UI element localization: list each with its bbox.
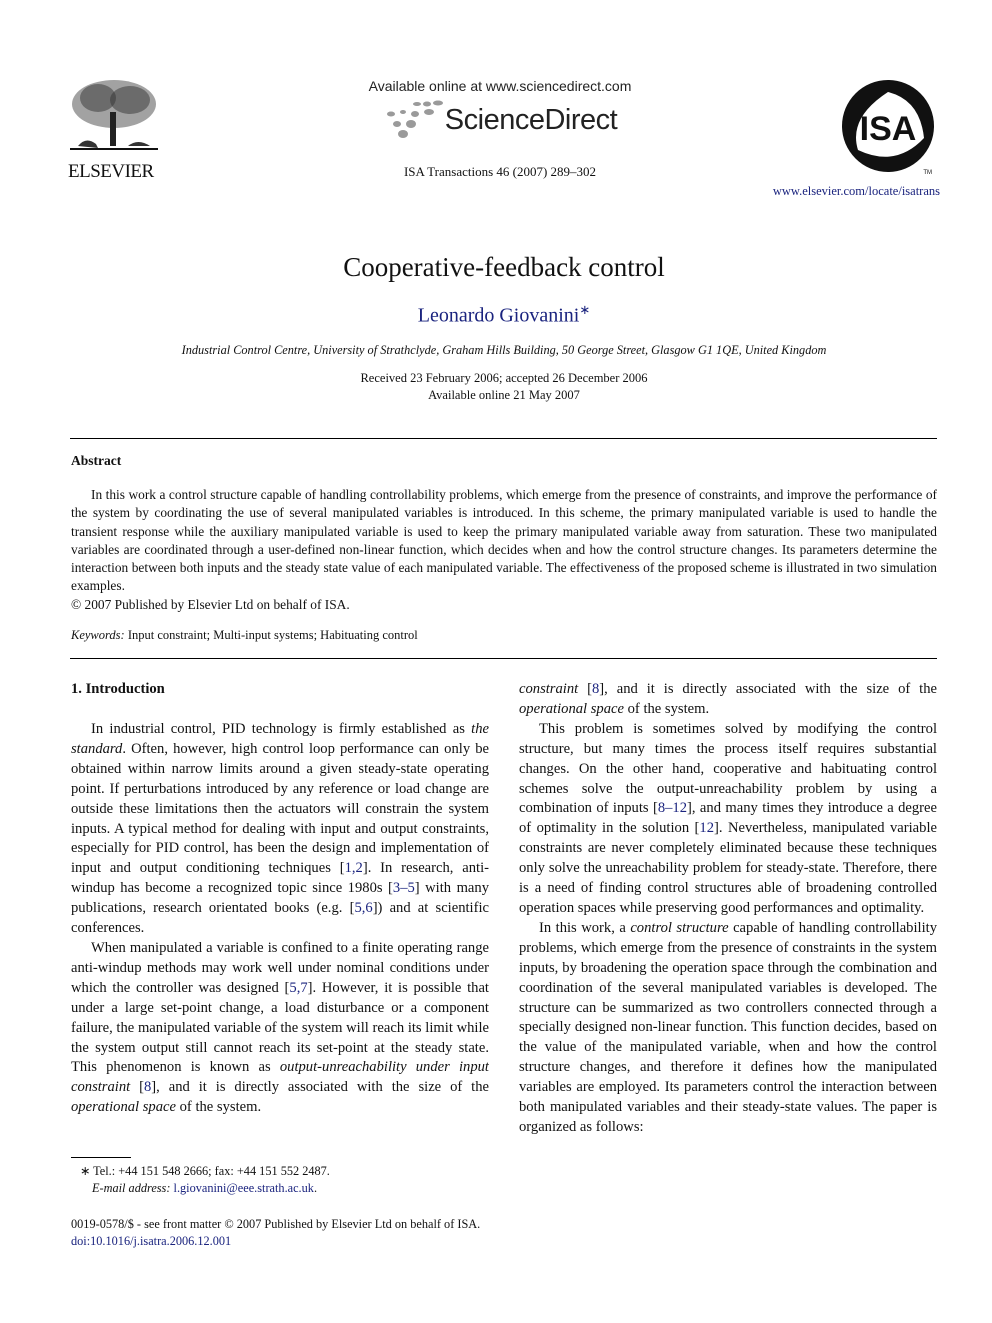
intro-paragraph-1: In industrial control, PID technology is…	[71, 721, 489, 937]
elsevier-logo: ELSEVIER	[68, 78, 164, 183]
keywords-label: Keywords:	[71, 628, 125, 642]
journal-reference: ISA Transactions 46 (2007) 289–302	[403, 164, 597, 179]
abstract-heading: Abstract	[71, 453, 122, 468]
journal-url-link[interactable]: www.elsevier.com/locate/isatrans	[770, 184, 940, 199]
dates: Received 23 February 2006; accepted 26 D…	[0, 370, 992, 404]
email-link[interactable]: l.giovanini@eee.strath.ac.uk	[174, 1181, 314, 1195]
citation-link[interactable]: 3–5	[393, 880, 415, 896]
sciencedirect-dots-icon	[386, 100, 443, 138]
intro-paragraph-2-continued: constraint [8], and it is directly assoc…	[519, 681, 937, 717]
intro-paragraph-4: In this work, a control structure capabl…	[519, 919, 937, 1135]
abstract-body: In this work a control structure capable…	[71, 486, 937, 614]
isa-logo-icon: ISA TM	[842, 80, 934, 176]
column-right-content: constraint [8], and it is directly assoc…	[519, 680, 937, 1138]
footnote: ∗ Tel.: +44 151 548 2666; fax: +44 151 5…	[80, 1164, 330, 1195]
footer: 0019-0578/$ - see front matter © 2007 Pu…	[71, 1216, 480, 1250]
doi-link[interactable]: doi:10.1016/j.isatra.2006.12.001	[71, 1233, 480, 1250]
front-matter: 0019-0578/$ - see front matter © 2007 Pu…	[71, 1217, 481, 1231]
footnote-rule	[71, 1157, 131, 1158]
column-left: In industrial control, PID technology is…	[71, 720, 489, 1120]
intro-paragraph-2: When manipulated a variable is confined …	[71, 939, 489, 1116]
section-heading-introduction: 1. Introduction	[71, 681, 165, 697]
footnote-tel: ∗ Tel.: +44 151 548 2666; fax: +44 151 5…	[80, 1164, 330, 1178]
sciencedirect-wordmark: ScienceDirect	[444, 103, 618, 136]
rule-top	[70, 438, 937, 439]
author-name-link[interactable]: Leonardo Giovanini	[418, 305, 580, 327]
citation-link[interactable]: 8–12	[658, 800, 687, 816]
isa-block: ISA TM www.elsevier.com/locate/isatrans	[770, 78, 940, 199]
citation-link[interactable]: 5,6	[354, 900, 372, 916]
column-right: constraint [8], and it is directly assoc…	[519, 680, 937, 1138]
sciencedirect-block: Available online at www.sciencedirect.co…	[340, 78, 660, 180]
svg-text:TM: TM	[923, 170, 932, 176]
author-footnote-mark[interactable]: ∗	[579, 302, 590, 317]
available-online-text[interactable]: Available online at www.sciencedirect.co…	[340, 78, 660, 94]
abstract-text: In this work a control structure capable…	[71, 487, 937, 594]
intro-paragraph-3: This problem is sometimes solved by modi…	[519, 720, 937, 916]
citation-link[interactable]: 12	[699, 820, 714, 836]
citation-link[interactable]: 5,7	[289, 980, 307, 996]
abstract-copyright: © 2007 Published by Elsevier Ltd on beha…	[71, 596, 350, 612]
elsevier-tree-icon	[68, 78, 160, 154]
author-line: Leonardo Giovanini∗	[0, 302, 992, 328]
article-title: Cooperative-feedback control	[343, 252, 665, 282]
sciencedirect-logo: ScienceDirect	[340, 100, 660, 140]
citation-link[interactable]: 1,2	[345, 860, 363, 876]
received-dates: Received 23 February 2006; accepted 26 D…	[360, 371, 648, 385]
publisher-name: ELSEVIER	[68, 161, 154, 182]
rule-bottom	[70, 658, 937, 659]
available-online-date: Available online 21 May 2007	[428, 388, 580, 402]
affiliation: Industrial Control Centre, University of…	[181, 343, 827, 357]
keywords: Keywords: Input constraint; Multi-input …	[71, 628, 418, 643]
email-label: E-mail address:	[92, 1181, 171, 1195]
isa-logo-text: ISA	[860, 110, 917, 148]
keywords-list: Input constraint; Multi-input systems; H…	[127, 628, 418, 642]
